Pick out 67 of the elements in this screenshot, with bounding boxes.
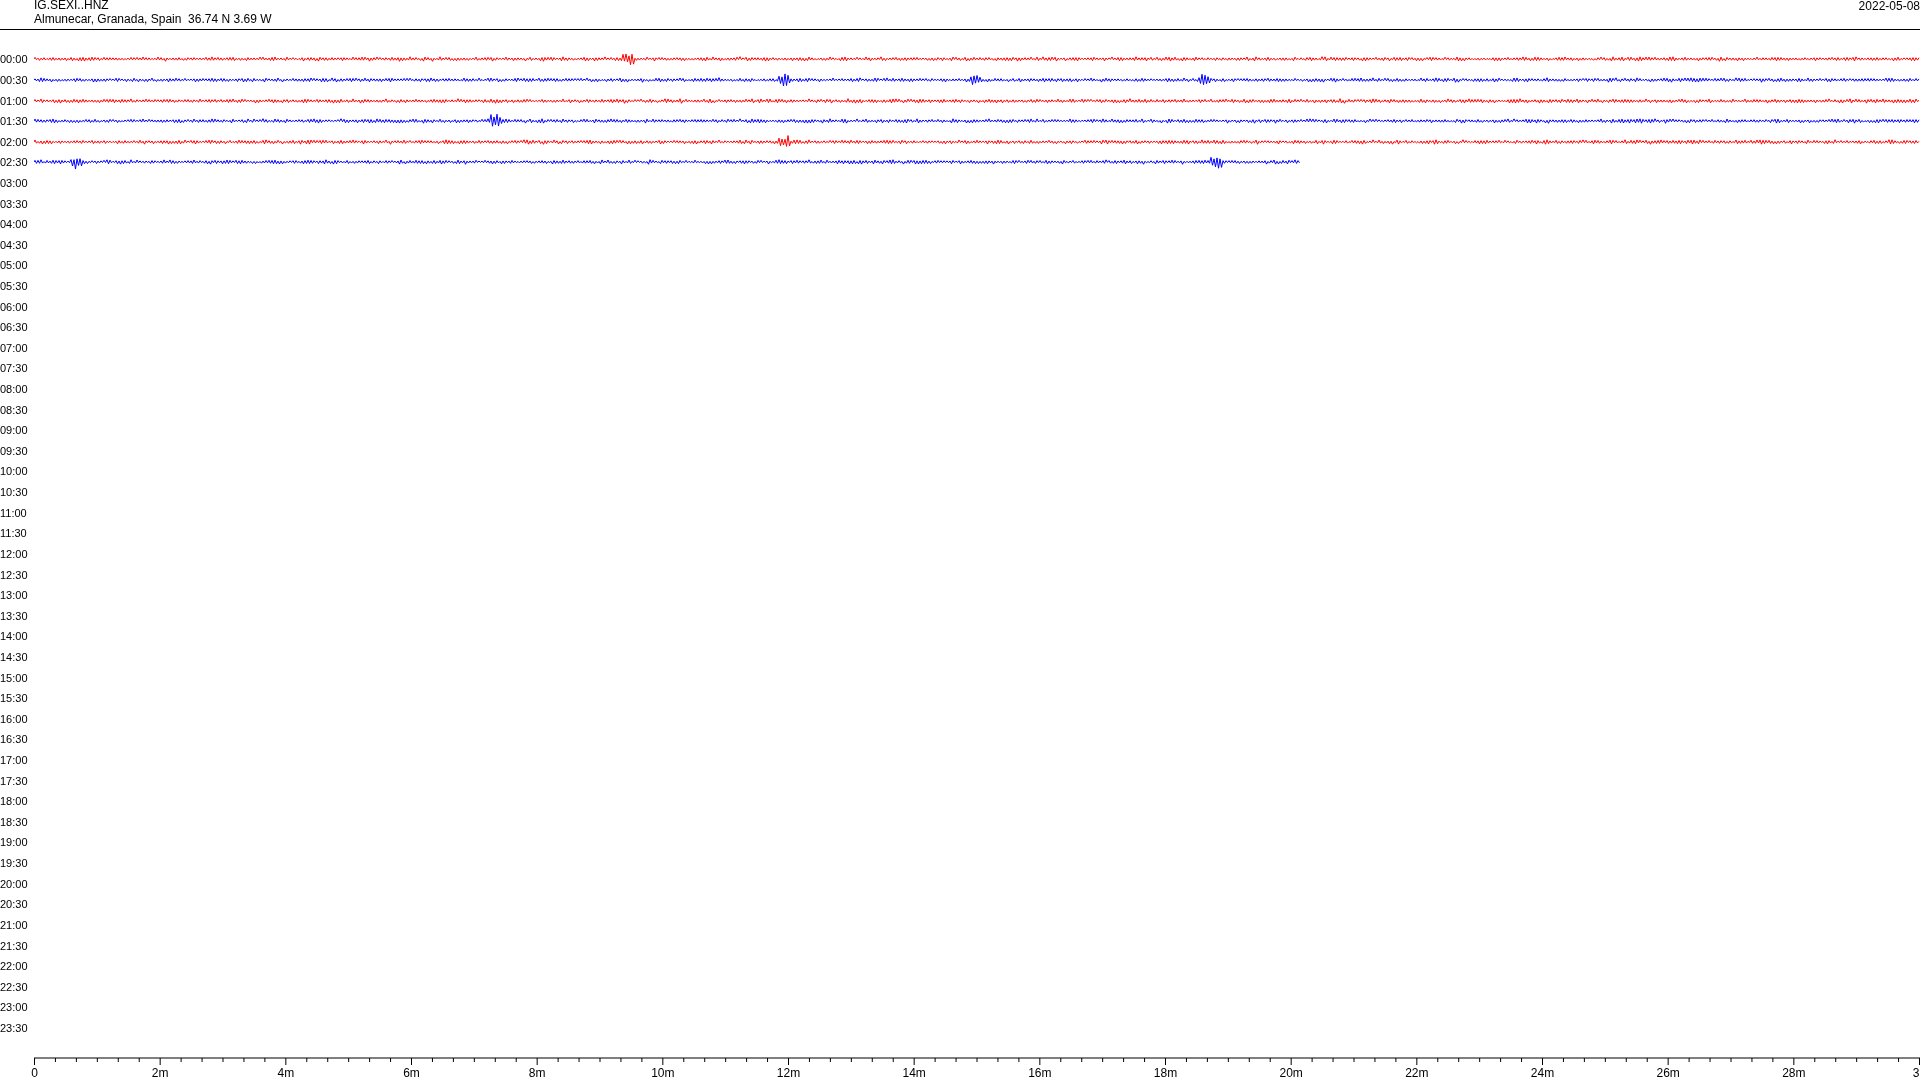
time-label: 15:00 — [0, 671, 29, 684]
time-label: 09:00 — [0, 424, 29, 437]
time-label: 00:30 — [0, 73, 29, 86]
time-label: 21:30 — [0, 939, 29, 952]
time-label: 13:00 — [0, 589, 29, 602]
axis-tick-label: 18m — [1153, 1066, 1178, 1080]
time-label: 18:30 — [0, 815, 29, 828]
time-label: 16:00 — [0, 712, 29, 725]
time-label: 15:30 — [0, 692, 29, 705]
time-label: 02:30 — [0, 156, 29, 169]
time-label: 01:30 — [0, 115, 29, 128]
time-label: 03:30 — [0, 197, 29, 210]
axis-tick-label: 12m — [776, 1066, 801, 1080]
axis-tick-label: 28m — [1782, 1066, 1806, 1080]
axis-tick-label: 22m — [1405, 1066, 1429, 1080]
time-label: 17:00 — [0, 754, 29, 766]
time-label: 22:30 — [0, 980, 29, 993]
time-label: 08:00 — [0, 383, 29, 396]
time-label: 19:00 — [0, 836, 29, 849]
time-label: 17:30 — [0, 774, 29, 787]
axis-tick-label: 16m — [1028, 1066, 1052, 1080]
time-label: 14:00 — [0, 630, 29, 643]
time-label: 07:30 — [0, 362, 29, 375]
time-label: 22:00 — [0, 960, 29, 973]
time-label: 14:30 — [0, 650, 29, 663]
axis-tick-label: 0 — [31, 1066, 38, 1080]
time-label: 00:00 — [0, 53, 29, 66]
time-label: 04:00 — [0, 218, 29, 231]
time-label: 06:30 — [0, 321, 29, 334]
axis-tick-label: 4m — [277, 1066, 295, 1080]
time-label: 20:00 — [0, 877, 29, 890]
time-label: 10:30 — [0, 486, 29, 499]
time-label: 01:00 — [0, 94, 29, 107]
axis-tick-label: 3 — [1912, 1066, 1920, 1080]
axis-tick-label: 6m — [403, 1066, 420, 1080]
time-label: 16:30 — [0, 733, 29, 746]
time-label: 03:00 — [0, 176, 29, 189]
time-label: 13:30 — [0, 609, 29, 622]
time-label: 19:30 — [0, 857, 29, 870]
axis-tick-label: 20m — [1279, 1066, 1303, 1080]
time-label: 04:30 — [0, 238, 29, 251]
time-label: 05:30 — [0, 280, 29, 292]
axis-tick-label: 8m — [528, 1066, 546, 1080]
time-label: 07:00 — [0, 341, 29, 354]
time-label: 05:00 — [0, 259, 29, 272]
time-label: 18:00 — [0, 795, 29, 808]
time-label: 23:30 — [0, 1021, 29, 1034]
plot-date: 2022-05-08 — [1858, 0, 1920, 13]
station-location: Almunecar, Granada, Spain 36.74 N 3.69 W — [34, 12, 272, 26]
time-label: 11:00 — [0, 506, 28, 519]
axis-tick-label: 10m — [651, 1066, 675, 1080]
time-label: 20:30 — [0, 898, 29, 911]
time-label: 23:00 — [0, 1001, 29, 1014]
time-label: 09:30 — [0, 444, 29, 457]
time-label: 10:00 — [0, 465, 29, 478]
time-label: 02:00 — [0, 135, 29, 148]
axis-tick-label: 2m — [151, 1066, 169, 1080]
time-label: 21:00 — [0, 918, 29, 931]
time-label: 12:00 — [0, 547, 29, 560]
time-label: 11:30 — [0, 527, 28, 540]
axis-tick-label: 14m — [902, 1066, 926, 1080]
time-label: 06:00 — [0, 300, 29, 313]
time-label: 08:30 — [0, 403, 29, 416]
station-code: IG.SEXI..HNZ — [34, 0, 110, 12]
time-label: 12:30 — [0, 568, 29, 581]
axis-tick-label: 24m — [1530, 1066, 1555, 1080]
axis-tick-label: 26m — [1656, 1066, 1680, 1080]
